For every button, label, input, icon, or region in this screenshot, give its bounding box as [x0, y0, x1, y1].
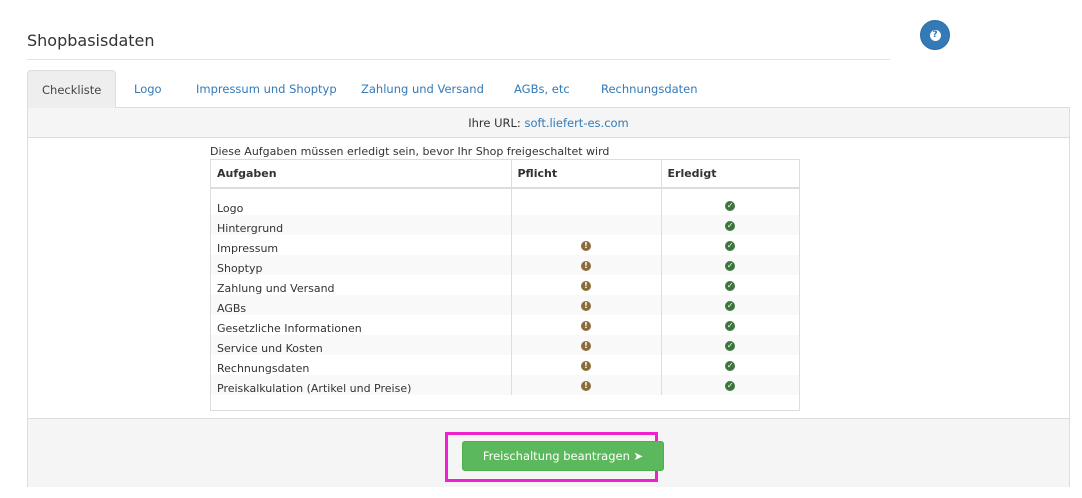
table-row: Hintergrund ✓: [211, 215, 799, 235]
task-name: Logo: [211, 195, 512, 215]
task-name: Impressum: [211, 235, 512, 255]
exclamation-circle-icon: !: [581, 321, 591, 331]
done-cell: ✓: [661, 215, 799, 235]
check-circle-icon: ✓: [725, 341, 736, 351]
done-cell: ✓: [661, 375, 799, 395]
page-title: Shopbasisdaten: [27, 31, 155, 50]
required-cell: !: [511, 335, 662, 355]
shop-url-label: Ihre URL:: [468, 116, 521, 130]
table-row: Preiskalkulation (Artikel und Preise)! ✓: [211, 375, 799, 395]
title-divider: [27, 59, 890, 60]
tab-impressum-und-shoptyp[interactable]: Impressum und Shoptyp: [182, 70, 351, 108]
exclamation-circle-icon: !: [581, 281, 591, 291]
check-circle-icon: ✓: [725, 201, 736, 211]
done-cell: ✓: [661, 295, 799, 315]
check-circle-icon: ✓: [725, 381, 736, 391]
exclamation-circle-icon: !: [581, 261, 591, 271]
table-row: Impressum! ✓: [211, 235, 799, 255]
check-circle-icon: ✓: [725, 361, 736, 371]
table-row: AGBs! ✓: [211, 295, 799, 315]
done-cell: ✓: [661, 355, 799, 375]
required-cell: !: [511, 275, 662, 295]
checklist-caption: Diese Aufgaben müssen erledigt sein, bev…: [210, 145, 610, 158]
table-row: Logo ✓: [211, 195, 799, 215]
check-circle-icon: ✓: [725, 221, 736, 231]
required-cell: !: [511, 315, 662, 335]
task-name: Rechnungsdaten: [211, 355, 512, 375]
required-cell: [511, 195, 662, 215]
panel-footer: Freischaltung beantragen ➤: [28, 418, 1069, 487]
submit-button-label: Freischaltung beantragen: [482, 449, 630, 463]
done-cell: ✓: [661, 335, 799, 355]
exclamation-circle-icon: !: [581, 381, 591, 391]
check-circle-icon: ✓: [725, 321, 736, 331]
table-row: Zahlung und Versand! ✓: [211, 275, 799, 295]
check-circle-icon: ✓: [725, 261, 736, 271]
exclamation-circle-icon: !: [581, 241, 591, 251]
task-name: AGBs: [211, 295, 512, 315]
tab-rechnungsdaten[interactable]: Rechnungsdaten: [587, 70, 712, 108]
question-circle-icon: ?: [929, 29, 941, 41]
tab-agbs[interactable]: AGBs, etc: [500, 70, 584, 108]
column-header-erledigt: Erledigt: [661, 160, 799, 189]
checklist-panel: Ihre URL: soft.liefert-es.com Diese Aufg…: [27, 108, 1070, 487]
tab-logo[interactable]: Logo: [120, 70, 176, 108]
check-circle-icon: ✓: [725, 301, 736, 311]
required-cell: !: [511, 355, 662, 375]
task-name: Zahlung und Versand: [211, 275, 512, 295]
task-name: Service und Kosten: [211, 335, 512, 355]
tab-zahlung-und-versand[interactable]: Zahlung und Versand: [347, 70, 498, 108]
exclamation-circle-icon: !: [581, 341, 591, 351]
done-cell: ✓: [661, 195, 799, 215]
table-row: Rechnungsdaten! ✓: [211, 355, 799, 375]
required-cell: !: [511, 235, 662, 255]
column-header-aufgaben: Aufgaben: [211, 160, 512, 189]
done-cell: ✓: [661, 315, 799, 335]
tab-bar: Checkliste Logo Impressum und Shoptyp Za…: [27, 70, 1070, 109]
exclamation-circle-icon: !: [581, 301, 591, 311]
task-name: Gesetzliche Informationen: [211, 315, 512, 335]
task-name: Preiskalkulation (Artikel und Preise): [211, 375, 512, 395]
shop-url-bar: Ihre URL: soft.liefert-es.com: [28, 108, 1069, 138]
task-name: Hintergrund: [211, 215, 512, 235]
done-cell: ✓: [661, 235, 799, 255]
table-row: Gesetzliche Informationen! ✓: [211, 315, 799, 335]
check-circle-icon: ✓: [725, 281, 736, 291]
column-header-pflicht: Pflicht: [511, 160, 662, 189]
required-cell: !: [511, 295, 662, 315]
checklist-table: Aufgaben Pflicht Erledigt Logo ✓ Hintergru…: [210, 159, 800, 411]
done-cell: ✓: [661, 275, 799, 295]
required-cell: [511, 215, 662, 235]
table-row: Service und Kosten! ✓: [211, 335, 799, 355]
exclamation-circle-icon: !: [581, 361, 591, 371]
send-arrow-icon: ➤: [633, 449, 644, 463]
tab-checkliste[interactable]: Checkliste: [27, 70, 117, 109]
required-cell: !: [511, 255, 662, 275]
submit-button[interactable]: Freischaltung beantragen ➤: [462, 441, 664, 471]
required-cell: !: [511, 375, 662, 395]
help-button[interactable]: ?: [920, 20, 950, 50]
shop-url-link[interactable]: soft.liefert-es.com: [524, 116, 628, 130]
task-name: Shoptyp: [211, 255, 512, 275]
table-row: Shoptyp! ✓: [211, 255, 799, 275]
check-circle-icon: ✓: [725, 241, 736, 251]
done-cell: ✓: [661, 255, 799, 275]
